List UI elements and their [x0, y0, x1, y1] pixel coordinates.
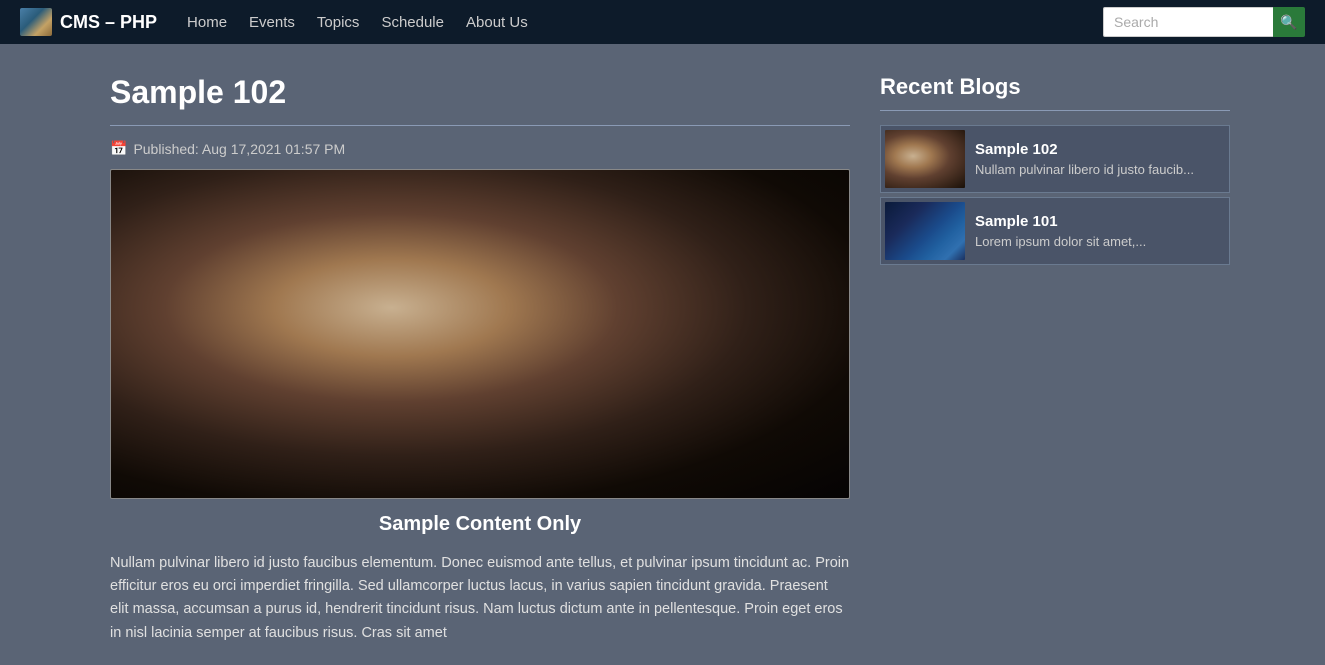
main-container: Sample 102 📅 Published: Aug 17,2021 01:5…	[0, 44, 1325, 665]
blog-card-102[interactable]: Sample 102 Nullam pulvinar libero id jus…	[880, 125, 1230, 193]
navbar: CMS – PHP Home Events Topics Schedule Ab…	[0, 0, 1325, 44]
brand: CMS – PHP	[20, 8, 157, 36]
nav-topics[interactable]: Topics	[317, 14, 360, 31]
sidebar-divider	[880, 110, 1230, 111]
nav-events[interactable]: Events	[249, 14, 295, 31]
blog-card-excerpt-102: Nullam pulvinar libero id justo faucib..…	[975, 162, 1225, 177]
blog-card-info-102: Sample 102 Nullam pulvinar libero id jus…	[975, 141, 1225, 177]
search-area: 🔍	[1103, 7, 1305, 37]
search-input[interactable]	[1103, 7, 1273, 37]
brand-label: CMS – PHP	[60, 12, 157, 33]
article-title: Sample 102	[110, 74, 850, 111]
article-body: Nullam pulvinar libero id justo faucibus…	[110, 552, 850, 645]
published-date: 📅 Published: Aug 17,2021 01:57 PM	[110, 140, 850, 157]
brand-icon	[20, 8, 52, 36]
blog-card-title-101: Sample 101	[975, 213, 1225, 230]
nav-home[interactable]: Home	[187, 14, 227, 31]
blog-card-info-101: Sample 101 Lorem ipsum dolor sit amet,..…	[975, 213, 1225, 249]
sidebar: Recent Blogs Sample 102 Nullam pulvinar …	[880, 74, 1230, 645]
article-image	[110, 169, 850, 499]
nav-links: Home Events Topics Schedule About Us	[187, 14, 1073, 31]
article-content: Sample 102 📅 Published: Aug 17,2021 01:5…	[110, 74, 850, 645]
blog-thumb-102	[885, 130, 965, 188]
title-divider	[110, 125, 850, 126]
article-caption: Sample Content Only	[110, 513, 850, 536]
calendar-icon: 📅	[110, 140, 127, 157]
nav-schedule[interactable]: Schedule	[381, 14, 444, 31]
blog-card-title-102: Sample 102	[975, 141, 1225, 158]
blog-thumb-101	[885, 202, 965, 260]
published-text: Published: Aug 17,2021 01:57 PM	[133, 141, 345, 157]
search-button[interactable]: 🔍	[1273, 7, 1305, 37]
blog-card-excerpt-101: Lorem ipsum dolor sit amet,...	[975, 234, 1225, 249]
sidebar-title: Recent Blogs	[880, 74, 1230, 100]
blog-card-101[interactable]: Sample 101 Lorem ipsum dolor sit amet,..…	[880, 197, 1230, 265]
nav-about[interactable]: About Us	[466, 14, 528, 31]
